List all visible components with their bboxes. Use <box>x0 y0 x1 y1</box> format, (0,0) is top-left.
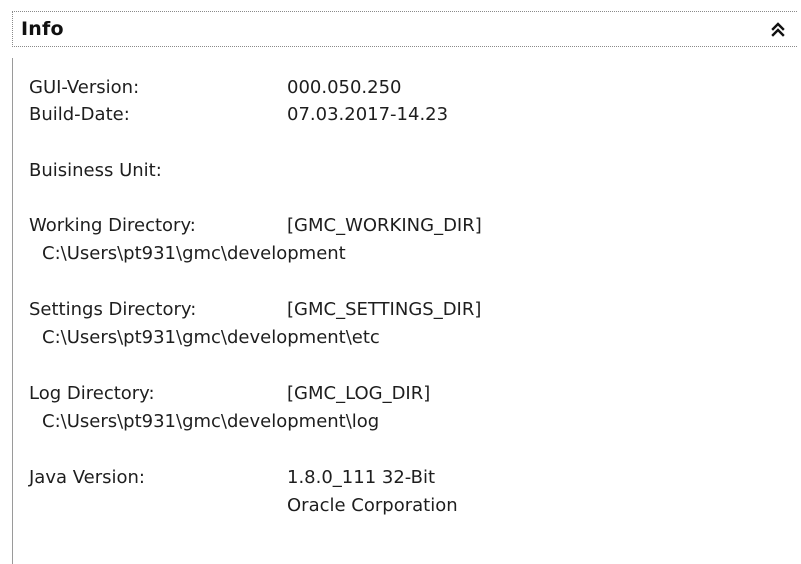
log-directory-path: C:\Users\pt931\gmc\development\log <box>42 411 380 432</box>
java-version-value: 1.8.0_111 32-Bit <box>287 467 436 488</box>
java-version-label: Java Version: <box>29 467 145 488</box>
collapse-button[interactable] <box>765 16 791 42</box>
double-chevron-up-icon <box>771 22 785 37</box>
working-directory-variable: [GMC_WORKING_DIR] <box>287 215 482 236</box>
working-directory-label: Working Directory: <box>29 215 196 236</box>
build-date-label: Build-Date: <box>29 104 130 125</box>
java-vendor-value: Oracle Corporation <box>287 495 458 516</box>
gui-version-label: GUI-Version: <box>29 77 140 98</box>
log-directory-variable: [GMC_LOG_DIR] <box>287 383 431 404</box>
info-panel-body: GUI-Version: 000.050.250 Build-Date: 07.… <box>12 58 801 564</box>
settings-directory-path: C:\Users\pt931\gmc\development\etc <box>42 327 380 348</box>
gui-version-value: 000.050.250 <box>287 77 402 98</box>
settings-directory-variable: [GMC_SETTINGS_DIR] <box>287 299 482 320</box>
working-directory-path: C:\Users\pt931\gmc\development <box>42 243 346 264</box>
info-panel-header: Info <box>12 11 797 47</box>
panel-title: Info <box>21 18 64 40</box>
build-date-value: 07.03.2017-14.23 <box>287 104 449 125</box>
business-unit-label: Buisiness Unit: <box>29 160 162 181</box>
settings-directory-label: Settings Directory: <box>29 299 197 320</box>
log-directory-label: Log Directory: <box>29 383 155 404</box>
